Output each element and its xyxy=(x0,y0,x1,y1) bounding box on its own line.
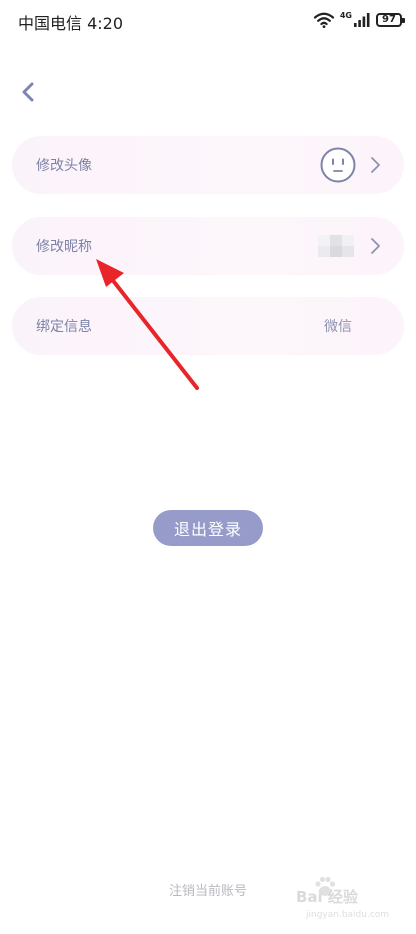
row-change-avatar[interactable]: 修改头像 xyxy=(12,136,404,194)
network-type: 4G xyxy=(339,10,352,20)
binding-value: 微信 xyxy=(324,319,352,335)
chevron-right-icon xyxy=(371,157,380,173)
watermark-url: jingyan.baidu.com xyxy=(306,910,390,920)
back-button[interactable] xyxy=(14,78,42,106)
wifi-icon xyxy=(313,12,334,28)
status-bar: 中国电信 4:20 4G 97 xyxy=(0,0,416,40)
row-label: 修改头像 xyxy=(36,158,92,174)
chevron-left-icon xyxy=(22,82,34,102)
nickname-value-blurred xyxy=(318,235,354,257)
chevron-right-icon xyxy=(371,238,380,254)
logout-button[interactable]: 退出登录 xyxy=(153,510,263,546)
battery-icon: 97 xyxy=(376,13,405,27)
signal-icon xyxy=(354,13,370,27)
row-label: 绑定信息 xyxy=(36,319,92,335)
baidu-jingyan-watermark: Bai 经验 jingyan.baidu.com xyxy=(276,872,406,928)
carrier-time: 中国电信 4:20 xyxy=(18,14,124,33)
row-label: 修改昵称 xyxy=(36,239,92,255)
row-binding-info: 绑定信息 微信 xyxy=(12,297,404,355)
status-icons: 4G 97 xyxy=(313,10,405,30)
watermark-brand: Bai 经验 xyxy=(296,888,358,906)
row-change-nickname[interactable]: 修改昵称 xyxy=(12,217,404,275)
avatar[interactable] xyxy=(320,147,356,183)
